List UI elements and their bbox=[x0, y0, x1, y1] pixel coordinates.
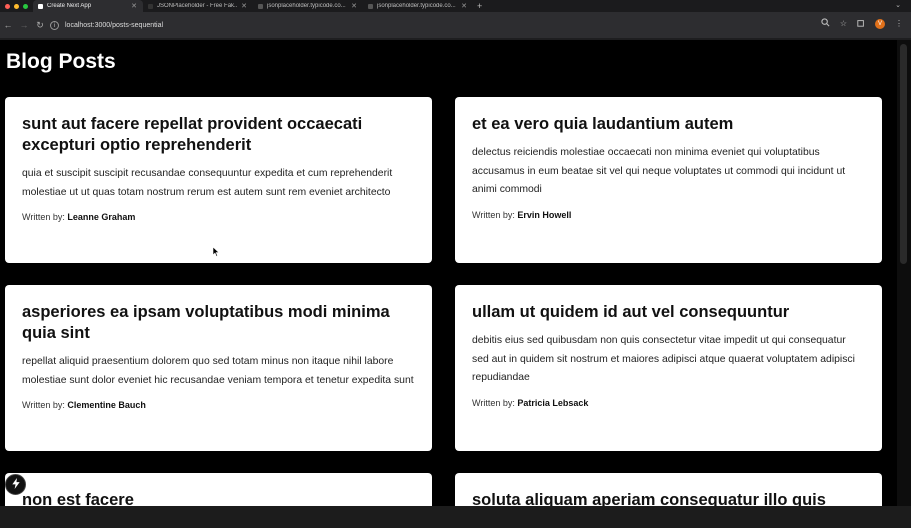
zoom-icon[interactable] bbox=[821, 18, 830, 29]
post-title: asperiores ea ipsam voluptatibus modi mi… bbox=[22, 303, 390, 342]
post-title: sunt aut facere repellat provident occae… bbox=[22, 115, 363, 154]
forward-icon[interactable]: → bbox=[16, 20, 32, 30]
browser-tab-4[interactable]: jsonplaceholder.typicode.co... ✕ bbox=[363, 0, 473, 12]
back-icon[interactable]: ← bbox=[0, 20, 16, 30]
browser-tab-2[interactable]: JSONPlaceholder - Free Fak... ✕ bbox=[143, 0, 253, 12]
toolbar-actions: ☆ V ⋮ bbox=[821, 18, 903, 29]
tab-label: Create Next App bbox=[47, 3, 92, 9]
author-prefix: Written by: bbox=[22, 212, 65, 222]
browser-toolbar: ← → ↻ i localhost:3000/posts-sequential … bbox=[0, 12, 911, 38]
author-prefix: Written by: bbox=[22, 400, 65, 410]
site-info-icon[interactable]: i bbox=[50, 20, 59, 30]
tab-search-chevron-icon[interactable]: ⌄ bbox=[895, 1, 901, 9]
minimize-window-button[interactable] bbox=[14, 3, 19, 9]
post-title: et ea vero quia laudantium autem bbox=[472, 115, 734, 133]
tab-favicon-icon bbox=[38, 4, 43, 9]
new-tab-icon[interactable]: + bbox=[473, 1, 482, 11]
tab-favicon-icon bbox=[258, 4, 263, 9]
author-name: Leanne Graham bbox=[67, 212, 136, 222]
window-controls bbox=[0, 3, 33, 9]
post-author: Written by: Ervin Howell bbox=[472, 210, 865, 220]
url-text: localhost:3000/posts-sequential bbox=[65, 21, 164, 29]
close-window-button[interactable] bbox=[5, 3, 10, 9]
author-name: Ervin Howell bbox=[517, 209, 572, 220]
browser-tab-3[interactable]: jsonplaceholder.typicode.co... ✕ bbox=[253, 0, 363, 12]
author-prefix: Written by: bbox=[472, 397, 515, 408]
extensions-icon[interactable] bbox=[857, 19, 865, 29]
close-tab-icon[interactable]: ✕ bbox=[351, 2, 357, 10]
tab-label: jsonplaceholder.typicode.co... bbox=[267, 3, 346, 9]
author-name: Patricia Lebsack bbox=[517, 397, 589, 408]
tab-favicon-icon bbox=[368, 4, 373, 9]
lightning-icon bbox=[11, 476, 21, 494]
post-author: Written by: Leanne Graham bbox=[22, 212, 415, 222]
bookmark-star-icon[interactable]: ☆ bbox=[840, 19, 847, 28]
tab-label: jsonplaceholder.typicode.co... bbox=[377, 3, 456, 9]
tab-favicon-icon bbox=[148, 4, 153, 9]
author-prefix: Written by: bbox=[472, 209, 515, 220]
close-tab-icon[interactable]: ✕ bbox=[241, 2, 247, 10]
post-card: et ea vero quia laudantium autem delectu… bbox=[455, 97, 882, 263]
mouse-cursor-icon bbox=[212, 244, 220, 262]
page-title: Blog Posts bbox=[6, 50, 116, 73]
post-author: Written by: Patricia Lebsack bbox=[472, 398, 865, 408]
scrollbar-thumb[interactable] bbox=[900, 44, 907, 264]
profile-avatar[interactable]: V bbox=[875, 18, 885, 29]
post-author: Written by: Clementine Bauch bbox=[22, 400, 415, 410]
post-body: repellat aliquid praesentium dolorem quo… bbox=[22, 356, 414, 386]
browser-tab-strip: Create Next App ✕ JSONPlaceholder - Free… bbox=[0, 0, 911, 12]
reload-icon[interactable]: ↻ bbox=[32, 20, 48, 31]
post-body: debitis eius sed quibusdam non quis cons… bbox=[472, 335, 855, 383]
post-title: ullam ut quidem id aut vel consequuntur bbox=[472, 303, 790, 321]
close-tab-icon[interactable]: ✕ bbox=[131, 2, 137, 10]
post-card: sunt aut facere repellat provident occae… bbox=[5, 97, 432, 263]
browser-menu-icon[interactable]: ⋮ bbox=[895, 19, 903, 28]
nextjs-dev-indicator[interactable] bbox=[5, 474, 26, 495]
window-bottom-edge bbox=[0, 506, 911, 528]
post-body: quia et suscipit suscipit recusandae con… bbox=[22, 168, 393, 198]
browser-tab-1[interactable]: Create Next App ✕ bbox=[33, 0, 143, 12]
maximize-window-button[interactable] bbox=[23, 3, 28, 9]
post-card: ullam ut quidem id aut vel consequuntur … bbox=[455, 285, 882, 451]
author-name: Clementine Bauch bbox=[67, 400, 146, 410]
close-tab-icon[interactable]: ✕ bbox=[461, 2, 467, 10]
tab-label: JSONPlaceholder - Free Fak... bbox=[157, 3, 237, 9]
post-body: delectus reiciendis molestiae occaecati … bbox=[472, 147, 846, 195]
address-bar[interactable]: i localhost:3000/posts-sequential bbox=[50, 18, 850, 32]
post-card: asperiores ea ipsam voluptatibus modi mi… bbox=[5, 285, 432, 451]
toolbar-divider bbox=[0, 38, 911, 40]
